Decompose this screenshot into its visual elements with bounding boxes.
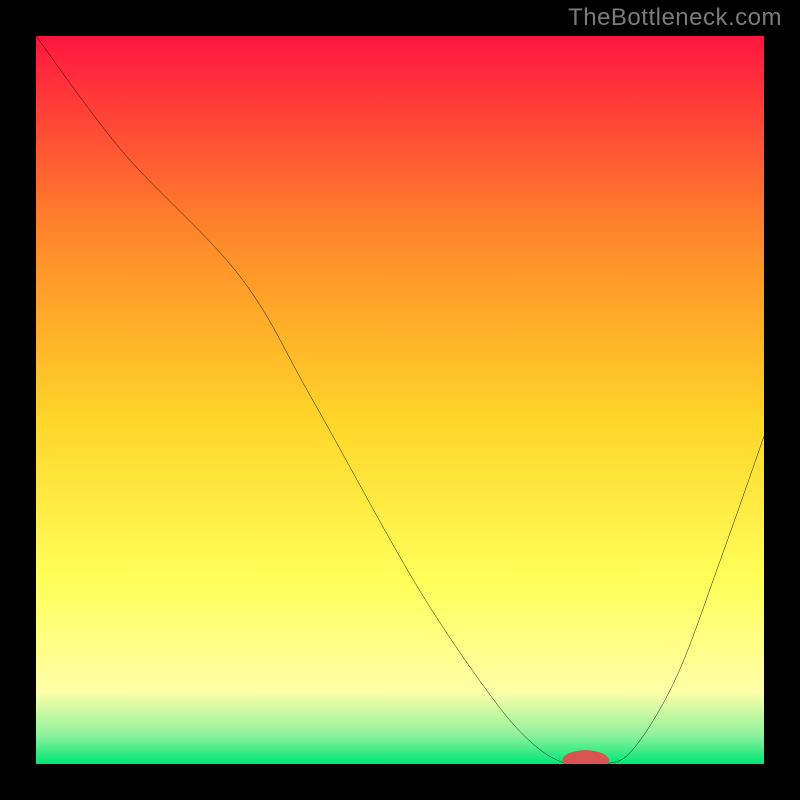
bottleneck-plot <box>36 36 764 764</box>
chart-frame: TheBottleneck.com <box>0 0 800 800</box>
plot-area <box>36 36 764 764</box>
gradient-background <box>36 36 764 764</box>
watermark-text: TheBottleneck.com <box>568 4 782 32</box>
